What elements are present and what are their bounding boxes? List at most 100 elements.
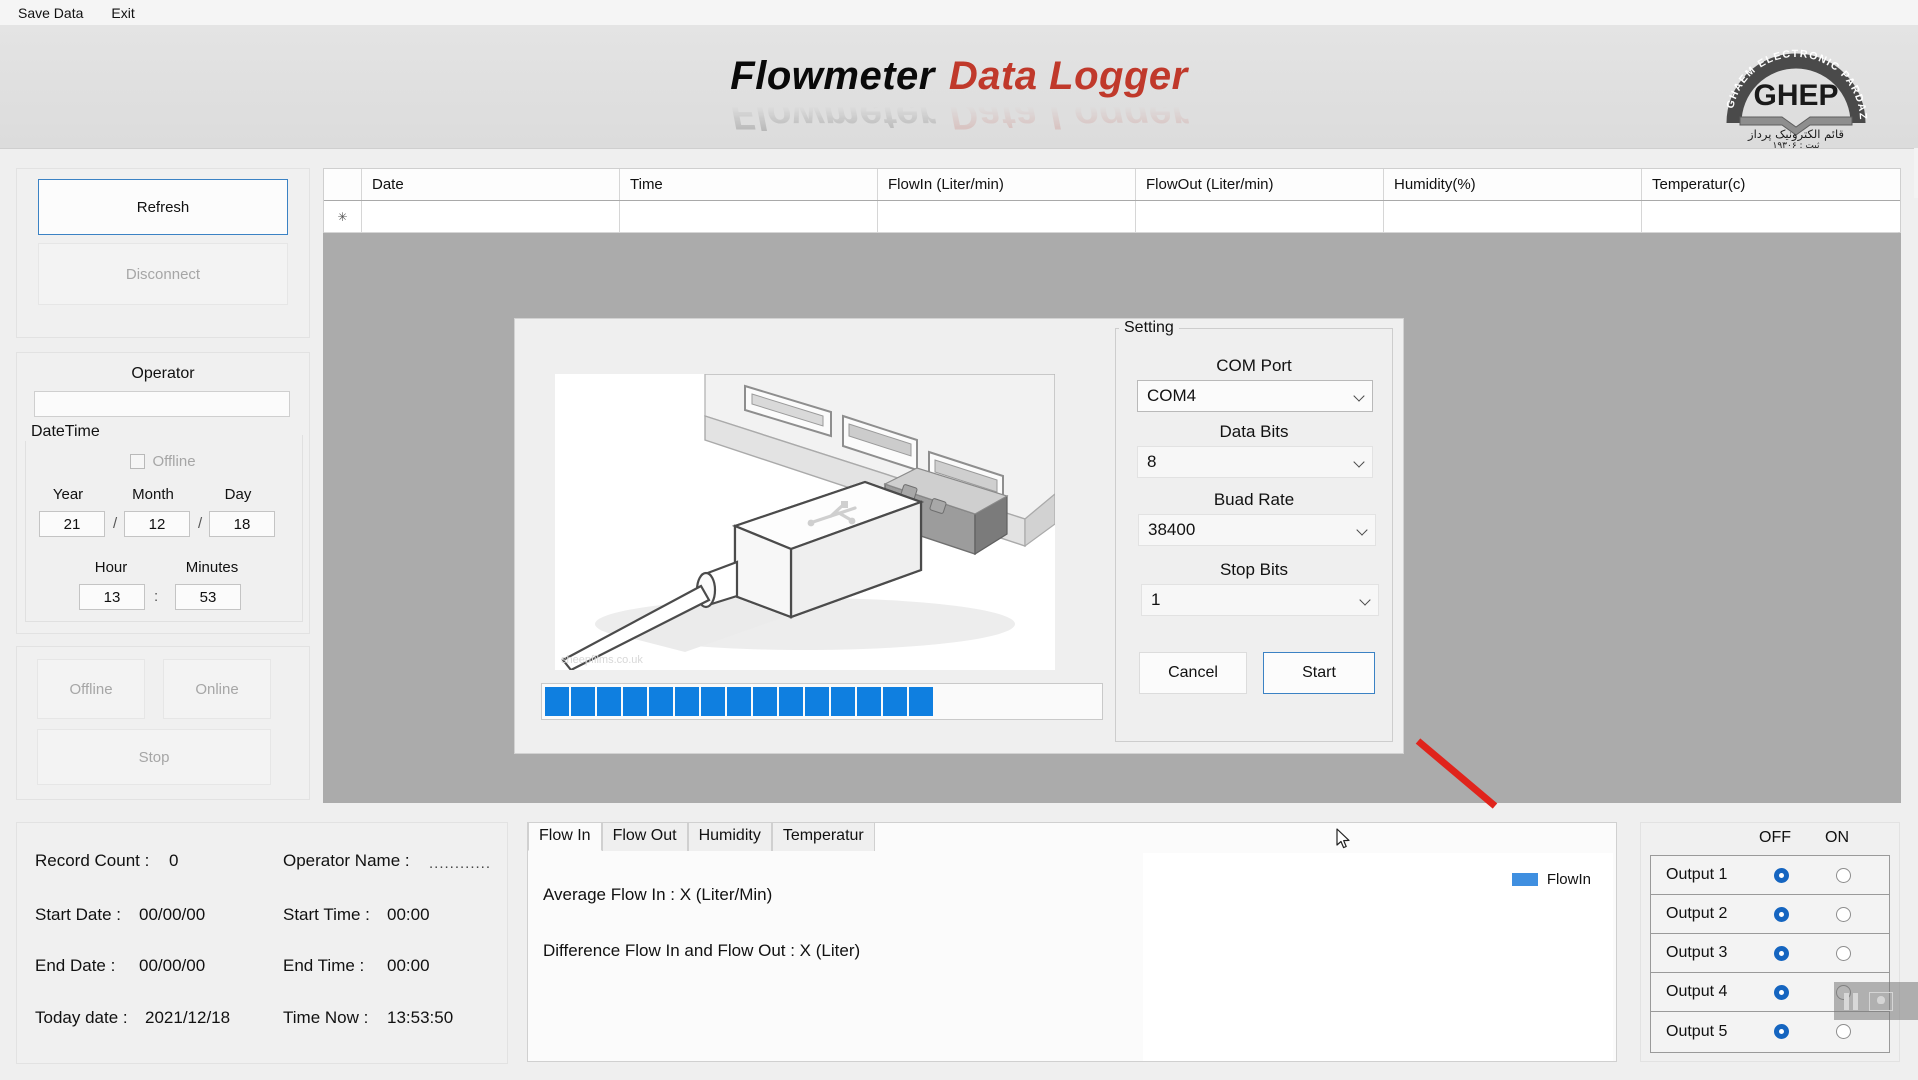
grid-header-flowin[interactable]: FlowIn (Liter/min) bbox=[878, 169, 1136, 200]
minutes-input[interactable] bbox=[175, 584, 241, 610]
time-now-value: 13:53:50 bbox=[387, 1008, 454, 1027]
output-row-2: Output 2 bbox=[1651, 895, 1889, 934]
output-label-5: Output 5 bbox=[1666, 1022, 1728, 1040]
application-window: Save Data Exit Flowmeter Data Logger Flow… bbox=[0, 0, 1918, 1080]
data-bits-select[interactable]: 8 bbox=[1137, 446, 1373, 478]
tab-flow-out[interactable]: Flow Out bbox=[601, 822, 688, 851]
chevron-down-icon bbox=[1354, 390, 1366, 402]
grid-header-temperature[interactable]: Temperatur(c) bbox=[1642, 169, 1898, 200]
stop-button[interactable]: Stop bbox=[37, 729, 271, 785]
refresh-button[interactable]: Refresh bbox=[38, 179, 288, 235]
offline-checkbox[interactable] bbox=[130, 454, 146, 469]
output-5-off-radio[interactable] bbox=[1774, 1024, 1789, 1039]
hour-input[interactable] bbox=[79, 584, 145, 610]
grid-corner-cell bbox=[324, 169, 362, 200]
output-label-4: Output 4 bbox=[1666, 983, 1728, 1000]
menu-item-save-data[interactable]: Save Data bbox=[8, 3, 93, 23]
grid-header-flowout[interactable]: FlowOut (Liter/min) bbox=[1136, 169, 1384, 200]
grid-cell-flowin[interactable] bbox=[878, 201, 1136, 233]
output-1-on-radio[interactable] bbox=[1836, 867, 1851, 883]
disconnect-button[interactable]: Disconnect bbox=[38, 243, 288, 305]
output-1-off-radio[interactable] bbox=[1774, 867, 1789, 883]
progress-segment bbox=[753, 687, 777, 716]
grid-new-row-marker: ✳ bbox=[324, 201, 362, 233]
start-date-value: 00/00/00 bbox=[139, 905, 206, 924]
usb-illustration-pane: sheepfilms.co.uk bbox=[525, 328, 1105, 742]
output-label-1: Output 1 bbox=[1666, 866, 1728, 883]
grid-cell-temperature[interactable] bbox=[1642, 201, 1898, 233]
cancel-button[interactable]: Cancel bbox=[1139, 652, 1247, 694]
window-edge-sliver bbox=[1914, 148, 1918, 198]
date-separator-1: / bbox=[113, 515, 118, 532]
progress-segment bbox=[675, 687, 699, 716]
operator-name-label: Operator Name : bbox=[283, 851, 410, 870]
mouse-cursor bbox=[1336, 828, 1352, 850]
grid-cell-date[interactable] bbox=[362, 201, 620, 233]
data-bits-label: Data Bits bbox=[1219, 422, 1289, 441]
grid-header-date[interactable]: Date bbox=[362, 169, 620, 200]
screen-recorder-overlay[interactable] bbox=[1834, 982, 1918, 1020]
start-button[interactable]: Start bbox=[1263, 652, 1375, 694]
pause-icon[interactable] bbox=[1844, 992, 1859, 1010]
grid-cell-flowout[interactable] bbox=[1136, 201, 1384, 233]
end-date-value: 00/00/00 bbox=[139, 956, 206, 975]
person-icon[interactable] bbox=[1869, 991, 1893, 1011]
tab-temperatur[interactable]: Temperatur bbox=[771, 822, 875, 851]
minutes-label: Minutes bbox=[185, 559, 239, 576]
progress-segment bbox=[831, 687, 855, 716]
datetime-legend: DateTime bbox=[25, 423, 106, 441]
com-port-select[interactable]: COM4 bbox=[1137, 380, 1373, 412]
output-4-off-radio[interactable] bbox=[1774, 984, 1789, 1000]
progress-segment bbox=[883, 687, 907, 716]
outputs-header-off: OFF bbox=[1759, 829, 1791, 846]
chevron-down-icon bbox=[1354, 456, 1366, 468]
app-header: Flowmeter Data Logger Flowmeter Data Logge… bbox=[0, 25, 1918, 149]
start-date-label: Start Date : bbox=[35, 905, 121, 924]
tab-strip: Flow In Flow Out Humidity Temperatur bbox=[528, 822, 875, 851]
start-time-label: Start Time : bbox=[283, 905, 370, 924]
offline-checkbox-row[interactable]: Offline bbox=[17, 453, 309, 470]
mode-panel: Offline Online Stop bbox=[16, 646, 310, 800]
progress-segment bbox=[649, 687, 673, 716]
end-time-value: 00:00 bbox=[387, 956, 430, 975]
data-bits-value: 8 bbox=[1147, 452, 1157, 471]
online-button[interactable]: Online bbox=[163, 659, 271, 719]
operator-name-input[interactable] bbox=[34, 391, 290, 417]
grid-cell-time[interactable] bbox=[620, 201, 878, 233]
com-port-value: COM4 bbox=[1147, 386, 1197, 405]
tab-flow-in[interactable]: Flow In bbox=[528, 822, 602, 851]
tab-humidity[interactable]: Humidity bbox=[687, 822, 772, 851]
time-separator: : bbox=[154, 588, 159, 605]
output-5-on-radio[interactable] bbox=[1836, 1024, 1851, 1039]
progress-segment bbox=[701, 687, 725, 716]
date-separator-2: / bbox=[198, 515, 203, 532]
flow-in-chart[interactable]: FlowIn bbox=[1143, 853, 1613, 1061]
menu-item-exit[interactable]: Exit bbox=[101, 3, 144, 23]
baud-rate-select[interactable]: 38400 bbox=[1138, 514, 1376, 546]
output-3-off-radio[interactable] bbox=[1774, 945, 1789, 961]
offline-button[interactable]: Offline bbox=[37, 659, 145, 719]
grid-header-humidity[interactable]: Humidity(%) bbox=[1384, 169, 1642, 200]
operator-panel: Operator DateTime Offline Year Month Day… bbox=[16, 352, 310, 634]
grid-header-row: Date Time FlowIn (Liter/min) FlowOut (Li… bbox=[324, 169, 1900, 201]
connection-progress-bar bbox=[541, 683, 1103, 720]
output-2-off-radio[interactable] bbox=[1774, 906, 1789, 922]
outputs-header: OFF ON bbox=[1641, 829, 1899, 853]
usb-connector-image: sheepfilms.co.uk bbox=[555, 374, 1055, 670]
output-3-on-radio[interactable] bbox=[1836, 945, 1851, 961]
page-title-reflection: Flowmeter Data Logger bbox=[0, 92, 1918, 138]
stop-bits-value: 1 bbox=[1151, 590, 1161, 609]
progress-segment bbox=[545, 687, 569, 716]
grid-header-time[interactable]: Time bbox=[620, 169, 878, 200]
stop-bits-select[interactable]: 1 bbox=[1141, 584, 1379, 616]
month-input[interactable] bbox=[124, 511, 190, 537]
grid-cell-humidity[interactable] bbox=[1384, 201, 1642, 233]
records-data-grid[interactable]: Date Time FlowIn (Liter/min) FlowOut (Li… bbox=[323, 168, 1901, 233]
day-input[interactable] bbox=[209, 511, 275, 537]
output-row-1: Output 1 bbox=[1651, 856, 1889, 895]
summary-info-panel: Record Count : 0 Operator Name : .......… bbox=[16, 822, 508, 1064]
output-2-on-radio[interactable] bbox=[1836, 906, 1851, 922]
table-row[interactable]: ✳ bbox=[324, 201, 1900, 233]
chevron-down-icon bbox=[1357, 524, 1369, 536]
year-input[interactable] bbox=[39, 511, 105, 537]
